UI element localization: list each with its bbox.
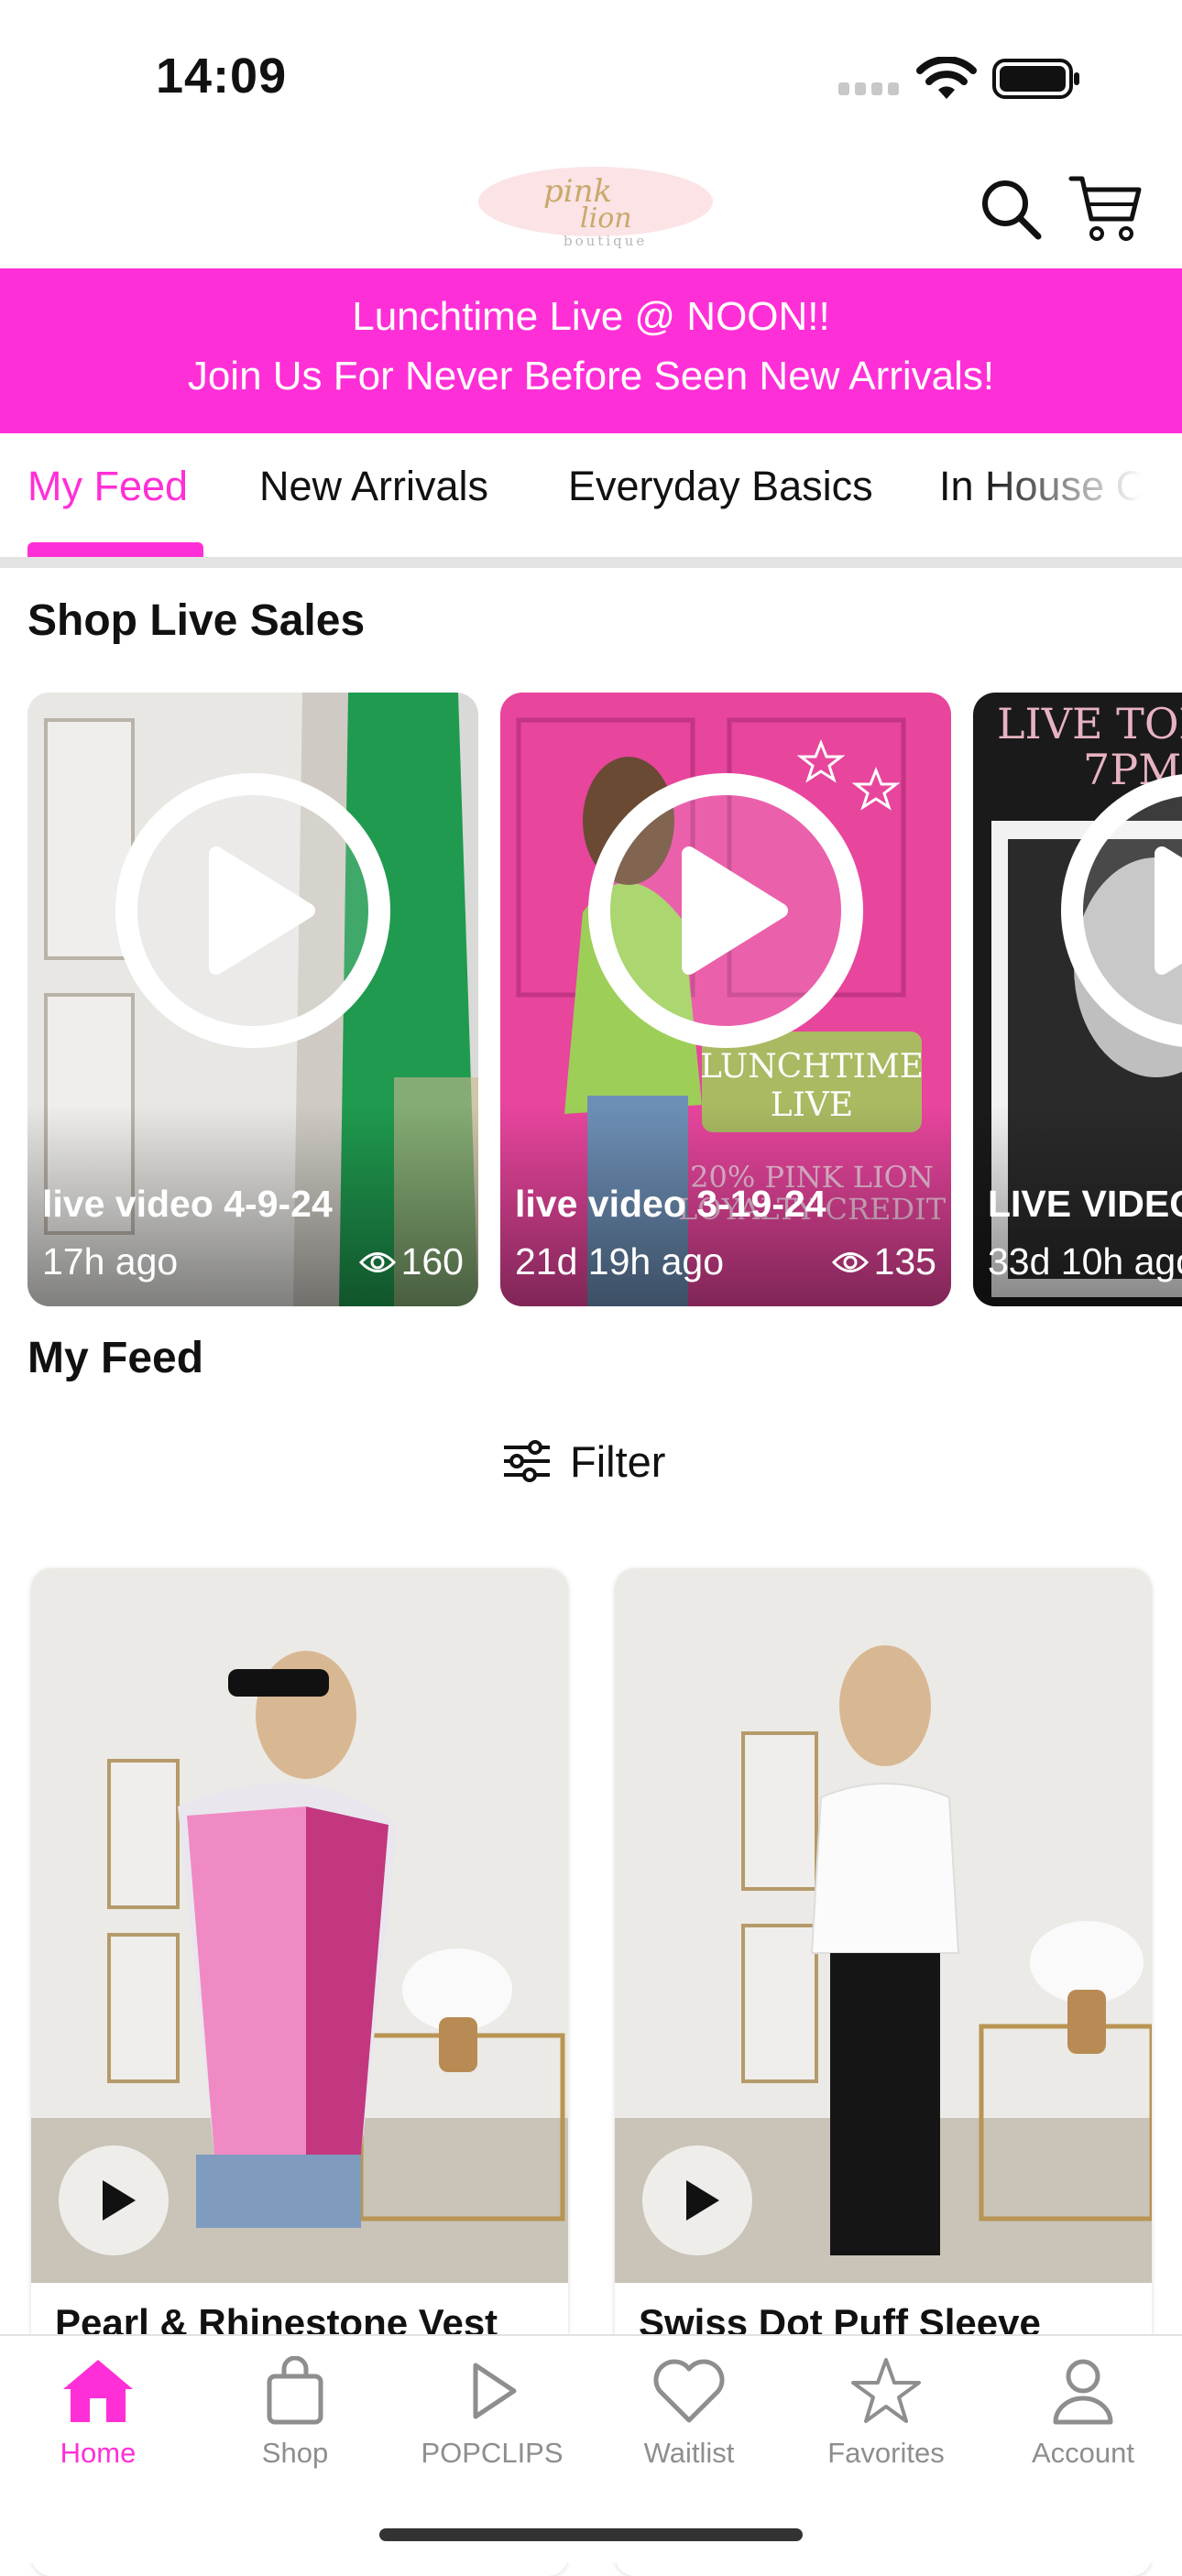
filter-button[interactable]: Filter (502, 1434, 665, 1489)
svg-text:lion: lion (580, 202, 632, 235)
live-card-time: 33d 10h ago (988, 1240, 1182, 1283)
live-section-title: Shop Live Sales (27, 596, 366, 645)
nav-shop[interactable]: Shop (203, 2356, 387, 2470)
nav-home[interactable]: Home (6, 2356, 190, 2470)
person-icon (1053, 2359, 1113, 2425)
promo-banner[interactable]: Lunchtime Live @ NOON!! Join Us For Neve… (0, 268, 1182, 433)
nav-popclips[interactable]: POPCLIPS (400, 2356, 584, 2470)
category-tabs: My Feed New Arrivals Everyday Basics In … (0, 435, 1182, 559)
home-icon (63, 2360, 133, 2422)
tabs-divider (0, 557, 1182, 568)
live-card-view-count: 160 (400, 1240, 464, 1283)
live-card-views: 160 (358, 1240, 464, 1283)
nav-popclips-label: POPCLIPS (421, 2437, 564, 2469)
tab-new-arrivals[interactable]: New Arrivals (259, 463, 488, 510)
play-icon (103, 2180, 136, 2221)
svg-text:LIVE TONIGHT: LIVE TONIGHT (997, 699, 1182, 748)
live-carousel[interactable]: live video 4-9-24 17h ago 160 LUNCHTIME … (27, 693, 1182, 1306)
nav-favorites-label: Favorites (827, 2437, 945, 2469)
banner-line-1: Lunchtime Live @ NOON!! (352, 294, 830, 339)
cart-icon[interactable] (1067, 169, 1143, 245)
status-bar: 14:09 (0, 0, 1182, 137)
filter-label: Filter (570, 1436, 666, 1486)
live-card[interactable]: LIVE TONIGHT 7PM LIVE VIDEO 33d 10h ago (973, 693, 1182, 1306)
live-card-time: 17h ago (42, 1240, 179, 1283)
filter-sliders-icon (504, 1440, 550, 1482)
play-icon[interactable] (588, 773, 863, 1048)
battery-icon (992, 59, 1079, 99)
live-card-view-count: 135 (873, 1240, 936, 1283)
banner-line-2: Join Us For Never Before Seen New Arriva… (187, 354, 995, 398)
star-icon (851, 2358, 921, 2423)
live-card-title: live video 3-19-24 (515, 1183, 826, 1225)
search-icon[interactable] (979, 177, 1043, 241)
nav-account[interactable]: Account (991, 2356, 1175, 2470)
nav-favorites[interactable]: Favorites (794, 2356, 978, 2470)
nav-home-label: Home (60, 2437, 137, 2469)
boutique-logo[interactable]: pink lion boutique (472, 154, 719, 255)
product-video-button[interactable] (59, 2145, 169, 2255)
eye-icon (831, 1251, 869, 1272)
status-time: 14:09 (156, 49, 288, 104)
play-icon[interactable] (1061, 773, 1182, 1048)
play-icon (686, 2180, 719, 2221)
svg-text:LUNCHTIME: LUNCHTIME (700, 1048, 924, 1086)
nav-shop-label: Shop (261, 2437, 329, 2469)
feed-section-title: My Feed (27, 1334, 204, 1382)
wifi-icon (916, 57, 977, 99)
tabs-fade (980, 435, 1182, 559)
live-card[interactable]: LUNCHTIME LIVE 20% PINK LION LOYALTY CRE… (500, 693, 951, 1306)
bag-icon (267, 2356, 323, 2425)
live-card-title: live video 4-9-24 (42, 1183, 333, 1225)
eye-icon (358, 1251, 396, 1272)
cellular-signal-icon (838, 82, 903, 95)
product-video-button[interactable] (642, 2145, 752, 2255)
live-card[interactable]: live video 4-9-24 17h ago 160 (27, 693, 478, 1306)
live-card-views: 135 (831, 1240, 936, 1283)
nav-waitlist-label: Waitlist (643, 2437, 735, 2469)
svg-text:boutique: boutique (564, 233, 647, 249)
tab-everyday-basics[interactable]: Everyday Basics (568, 463, 873, 510)
nav-account-label: Account (1031, 2437, 1134, 2469)
live-card-time: 21d 19h ago (515, 1240, 725, 1283)
live-card-title: LIVE VIDEO (988, 1183, 1182, 1225)
home-indicator[interactable] (379, 2528, 803, 2541)
play-icon[interactable] (115, 773, 390, 1048)
heart-icon (653, 2359, 725, 2423)
nav-waitlist[interactable]: Waitlist (597, 2356, 781, 2470)
play-icon (473, 2363, 517, 2419)
tab-my-feed[interactable]: My Feed (27, 463, 188, 510)
